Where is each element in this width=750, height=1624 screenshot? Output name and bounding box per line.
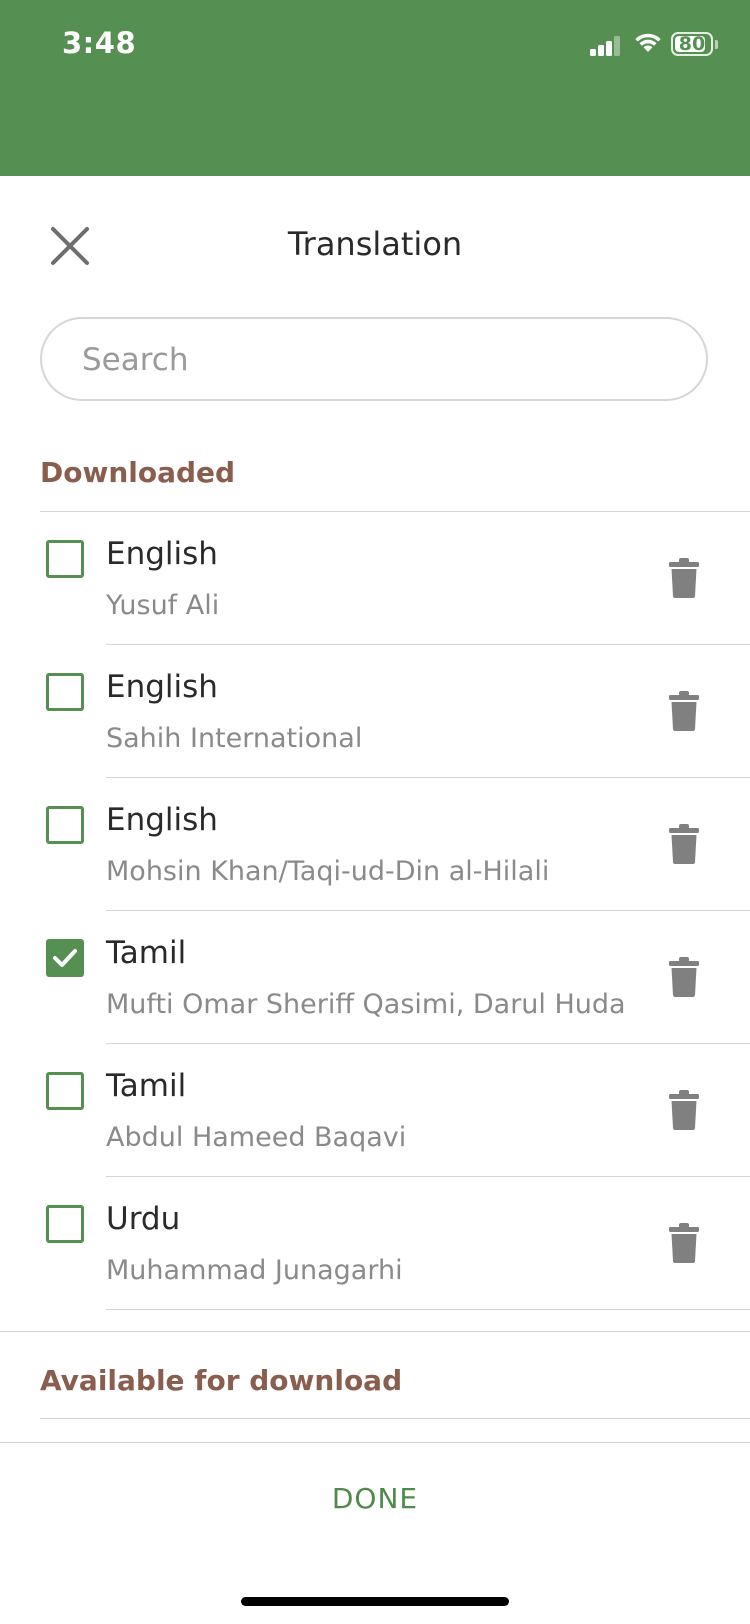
checkbox[interactable] [46,806,84,844]
checkbox[interactable] [46,540,84,578]
translation-language: English [106,802,218,838]
translation-author: Mohsin Khan/Taqi-ud-Din al-Hilali [106,856,550,887]
checkbox[interactable] [46,1205,84,1243]
translation-language: English [106,536,218,572]
list-item[interactable]: Tamil Mufti Omar Sheriff Qasimi, Darul H… [0,911,750,1044]
done-button[interactable]: DONE [0,1482,750,1515]
wifi-icon [635,33,661,52]
checkmark-icon [53,949,77,967]
status-bar: 3:48 80 [0,0,750,176]
trash-icon[interactable] [668,558,700,598]
page-title: Translation [287,225,463,263]
trash-icon[interactable] [668,1090,700,1130]
section-separator [0,1331,750,1332]
section-header-downloaded: Downloaded [40,456,236,489]
section-divider [40,1418,750,1419]
trash-icon[interactable] [668,957,700,997]
translation-author: Sahih International [106,723,363,754]
checkbox[interactable] [46,939,84,977]
list-item[interactable]: Urdu Muhammad Junagarhi [0,1177,750,1310]
checkbox[interactable] [46,673,84,711]
item-divider [106,1309,750,1310]
translation-author: Abdul Hameed Baqavi [106,1122,407,1153]
translation-author: Mufti Omar Sheriff Qasimi, Darul Huda [106,989,626,1020]
list-item[interactable]: Tamil Abdul Hameed Baqavi [0,1044,750,1177]
trash-icon[interactable] [668,824,700,864]
list-item[interactable]: English Mohsin Khan/Taqi-ud-Din al-Hilal… [0,778,750,911]
translation-language: Tamil [106,935,187,971]
checkbox[interactable] [46,1072,84,1110]
list-item[interactable]: English Yusuf Ali [0,512,750,645]
list-item[interactable]: English Sahih International [0,645,750,778]
battery-tip [715,40,718,49]
footer-divider [0,1442,750,1443]
search-input[interactable] [80,319,674,401]
translation-language: Urdu [106,1201,181,1237]
search-box[interactable] [40,317,708,401]
signal-icon [590,36,622,56]
translation-author: Yusuf Ali [106,590,220,621]
status-time: 3:48 [62,26,137,60]
section-header-available: Available for download [40,1364,403,1397]
translation-author: Muhammad Junagarhi [106,1255,403,1286]
trash-icon[interactable] [668,1223,700,1263]
battery-level: 80 [678,33,706,55]
home-indicator [241,1597,509,1606]
translation-language: Tamil [106,1068,187,1104]
trash-icon[interactable] [668,691,700,731]
translation-language: English [106,669,218,705]
battery-icon: 80 [671,32,713,56]
